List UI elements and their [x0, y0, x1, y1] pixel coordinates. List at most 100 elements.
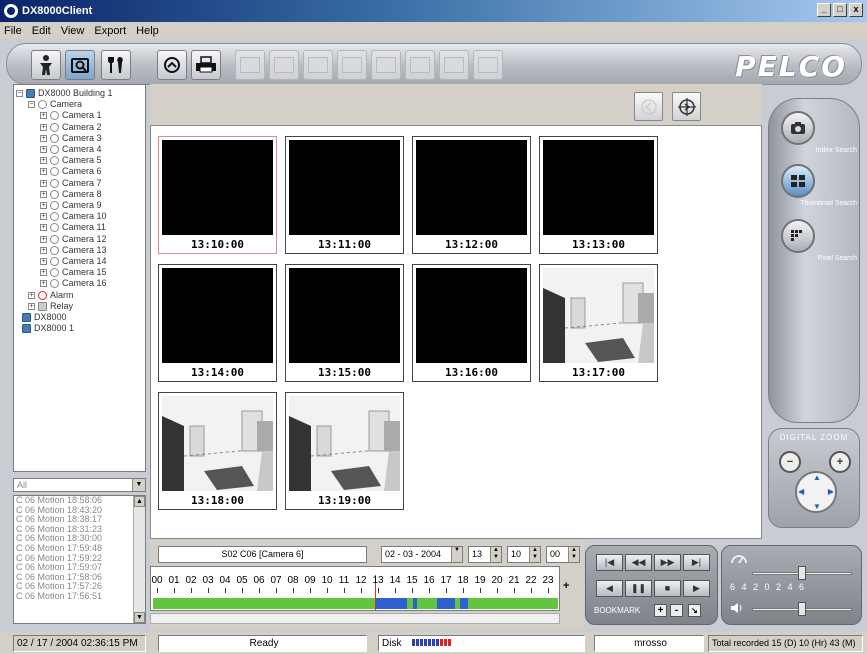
zoom-in-button[interactable]: + [829, 451, 851, 473]
minute-spinner[interactable]: 10 ▲ ▼ [507, 546, 541, 563]
expand-icon[interactable]: + [40, 224, 47, 232]
minimize-button[interactable]: _ [817, 3, 831, 17]
bookmark-list-button[interactable]: ↘ [688, 604, 701, 617]
thumbnail[interactable]: 13:12:00 [412, 136, 531, 254]
tree-node-camera[interactable]: + Camera 14 [40, 256, 107, 267]
tree-node-dx8000-1[interactable]: DX8000 1 [22, 323, 74, 334]
thumbnail[interactable]: 13:17:00 [539, 264, 658, 382]
thumbnail[interactable]: 13:13:00 [539, 136, 658, 254]
tree-node-camera[interactable]: + Camera 15 [40, 267, 107, 278]
play-button[interactable]: ▶ [683, 580, 710, 597]
thumbnail[interactable]: 13:14:00 [158, 264, 277, 382]
pixel-search-button[interactable] [781, 219, 815, 253]
expand-icon[interactable]: + [40, 134, 47, 142]
expand-icon[interactable]: + [40, 258, 47, 265]
hour-spinner[interactable]: 13 ▲ ▼ [468, 546, 502, 563]
tree-node-relay[interactable]: + Relay [28, 301, 73, 312]
pan-dpad[interactable]: ▲ ▼ ◀ ▶ [795, 471, 837, 513]
expand-icon[interactable]: + [40, 202, 47, 209]
expand-icon[interactable]: + [40, 112, 47, 120]
scroll-up-icon[interactable]: ▲ [134, 496, 145, 507]
pan-up-icon[interactable]: ▲ [813, 473, 821, 482]
stop-button[interactable]: ■ [654, 580, 681, 597]
menu-help[interactable]: Help [136, 25, 159, 37]
skip-to-start-button[interactable]: |◀ [596, 554, 623, 571]
second-spinner[interactable]: 00 ▲ ▼ [546, 546, 580, 563]
step-back-button[interactable]: ◀ [596, 580, 623, 597]
volume-slider-thumb[interactable] [798, 602, 806, 616]
live-view-button[interactable] [31, 50, 61, 80]
expand-icon[interactable]: + [40, 280, 47, 288]
spinner-arrows-icon[interactable]: ▲ ▼ [490, 547, 501, 562]
event-filter-select[interactable]: All ▼ [13, 478, 146, 492]
menu-file[interactable]: File [4, 25, 22, 37]
tree-node-camera[interactable]: + Camera 1 [40, 110, 102, 121]
tree-node-camera[interactable]: + Camera 7 [40, 178, 102, 189]
search-mode-button[interactable] [65, 50, 95, 80]
layout-sequence-button[interactable] [405, 50, 435, 80]
layout-3x3-button[interactable] [303, 50, 333, 80]
chevron-down-icon[interactable]: ▼ [132, 479, 145, 491]
layout-1x1-button[interactable] [235, 50, 265, 80]
recording-bar[interactable] [153, 598, 558, 609]
expand-icon[interactable]: + [40, 157, 47, 165]
timeline-zoom-in-button[interactable]: + [563, 580, 569, 592]
menu-edit[interactable]: Edit [32, 25, 51, 37]
pixel-search-item[interactable]: Pixel Search [781, 219, 857, 269]
tree-node-building[interactable]: − DX8000 Building 1 [16, 88, 113, 99]
expand-icon[interactable]: + [28, 291, 35, 299]
expand-icon[interactable]: + [40, 146, 47, 153]
tree-node-camera[interactable]: + Camera 6 [40, 166, 102, 177]
thumbnail[interactable]: 13:11:00 [285, 136, 404, 254]
collapse-icon[interactable]: − [28, 101, 35, 109]
collapse-icon[interactable]: − [16, 90, 23, 97]
tree-node-camera[interactable]: + Camera 8 [40, 189, 102, 200]
bookmark-add-button[interactable]: + [654, 604, 667, 617]
expand-icon[interactable]: + [40, 246, 47, 254]
layout-2x2-button[interactable] [269, 50, 299, 80]
bookmark-remove-button[interactable]: - [670, 604, 683, 617]
thumbnail-search-button[interactable] [781, 164, 815, 198]
pause-button[interactable]: ❚❚ [625, 580, 652, 597]
tree-node-dx8000[interactable]: DX8000 [22, 312, 67, 323]
thumbnail-search-item[interactable]: Thumbnail Search [781, 164, 857, 214]
zoom-out-button[interactable]: − [779, 451, 801, 473]
tree-node-camera[interactable]: + Camera 2 [40, 122, 102, 133]
spinner-arrows-icon[interactable]: ▲ ▼ [529, 547, 540, 562]
tree-node-camera[interactable]: + Camera 4 [40, 144, 102, 155]
expand-icon[interactable]: + [40, 213, 47, 221]
pan-down-icon[interactable]: ▼ [813, 502, 821, 511]
menu-export[interactable]: Export [94, 25, 126, 37]
expand-icon[interactable]: + [40, 123, 47, 131]
expand-icon[interactable]: + [40, 269, 47, 277]
index-search-item[interactable]: Index Search [781, 111, 857, 161]
maximize-button[interactable]: □ [833, 3, 847, 17]
expand-icon[interactable]: + [28, 302, 35, 310]
previous-page-button[interactable] [634, 92, 663, 121]
close-button[interactable]: x [849, 3, 863, 17]
menu-view[interactable]: View [61, 25, 85, 37]
tree-node-camera[interactable]: + Camera 11 [40, 222, 106, 233]
expand-icon[interactable]: + [40, 168, 47, 176]
skip-to-end-button[interactable]: ▶| [683, 554, 710, 571]
thumbnail[interactable]: 13:18:00 [158, 392, 277, 510]
tree-node-camera[interactable]: + Camera 3 [40, 133, 102, 144]
tree-node-camera[interactable]: + Camera 12 [40, 234, 107, 245]
thumbnail[interactable]: 13:10:00 [158, 136, 277, 254]
spinner-arrows-icon[interactable]: ▲ ▼ [568, 547, 579, 562]
fullscreen-button[interactable] [473, 50, 503, 80]
thumbnail[interactable]: 13:16:00 [412, 264, 531, 382]
speed-slider-thumb[interactable] [798, 566, 806, 580]
pan-left-icon[interactable]: ◀ [798, 487, 804, 496]
tree-node-camera-group[interactable]: − Camera [28, 99, 82, 110]
tree-node-camera[interactable]: + Camera 16 [40, 278, 107, 289]
index-search-button[interactable] [781, 111, 815, 145]
thumbnail[interactable]: 13:19:00 [285, 392, 404, 510]
tree-node-camera[interactable]: + Camera 9 [40, 200, 102, 211]
timeline-hours[interactable]: 00 01 02 03 04 05 06 07 08 09 10 11 12 13 14 15 16 17 18 19… [150, 566, 560, 611]
event-scrollbar[interactable]: ▲ ▼ [133, 496, 145, 623]
layout-custom-button[interactable] [439, 50, 469, 80]
expand-icon[interactable]: + [40, 235, 47, 243]
expand-icon[interactable]: + [40, 190, 47, 198]
chevron-down-icon[interactable]: ▼ [451, 547, 462, 562]
